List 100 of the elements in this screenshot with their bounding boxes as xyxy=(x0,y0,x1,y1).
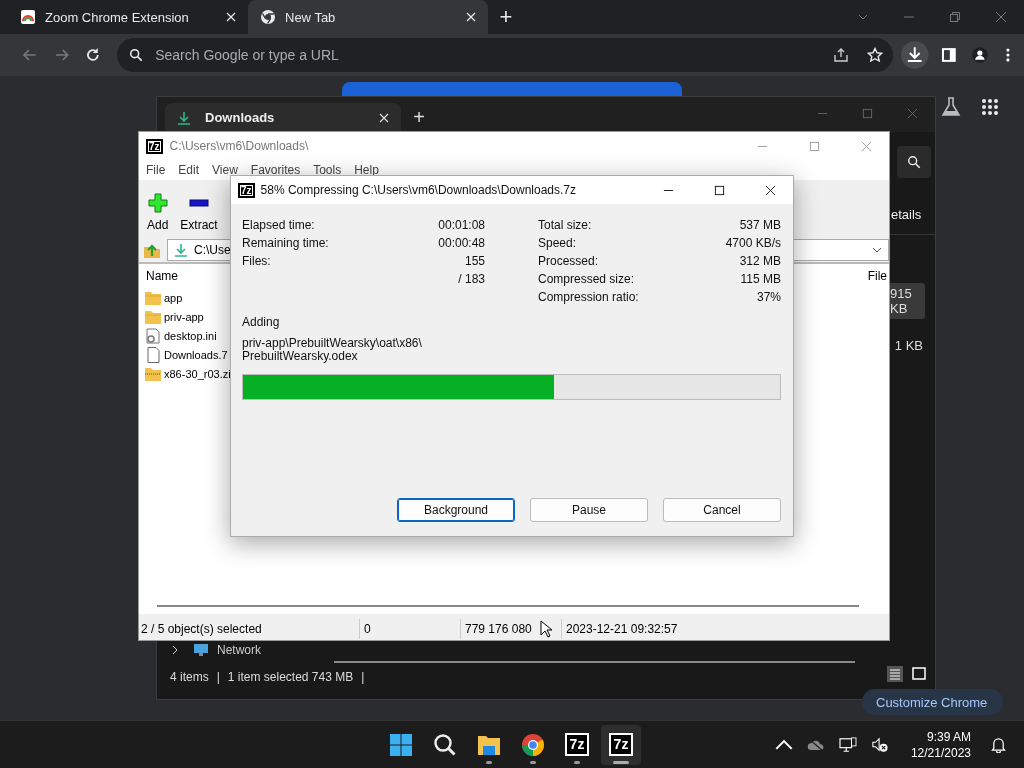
profile-icon[interactable] xyxy=(972,47,989,63)
archiver-logo: 7z xyxy=(146,138,163,154)
notification-bell-icon[interactable] xyxy=(991,736,1006,753)
download-icon xyxy=(177,110,191,125)
zip-folder-icon xyxy=(144,365,162,382)
stat-value: 4700 KB/s xyxy=(725,236,781,250)
dialog-button[interactable]: Pause xyxy=(530,498,648,522)
file-icon xyxy=(144,346,162,363)
file-size: 1 KB xyxy=(893,337,924,355)
menu-item[interactable]: Favorites xyxy=(250,163,301,177)
status-text: 1 item selected 743 MB xyxy=(227,670,354,684)
chrome-icon xyxy=(260,9,276,25)
stat-value: / 183 xyxy=(458,272,485,286)
stat-value: 155 xyxy=(464,254,485,268)
file-size: 915 KB xyxy=(888,283,925,319)
reload-icon[interactable] xyxy=(85,47,102,63)
maximize-icon[interactable] xyxy=(714,184,725,196)
flask-icon[interactable] xyxy=(941,96,961,118)
explorer-tab[interactable]: Downloads xyxy=(165,103,401,132)
stat-label: Files: xyxy=(242,254,271,268)
stat-label: Compression ratio: xyxy=(538,290,639,304)
menu-item[interactable]: View xyxy=(212,163,238,177)
details-view-icon[interactable] xyxy=(887,666,903,682)
search-icon xyxy=(129,48,144,62)
chevron-right-icon[interactable] xyxy=(171,645,179,655)
current-file: priv-app\PrebuiltWearsky\oat\x86\ PrebuiltWearsky.odex xyxy=(242,337,423,363)
rainbow-icon xyxy=(20,9,36,25)
file-name[interactable]: Downloads.7 xyxy=(164,348,228,361)
restore-icon[interactable] xyxy=(949,11,961,23)
browser-tab[interactable]: New Tab xyxy=(248,0,488,34)
stat-value: 37% xyxy=(756,290,781,304)
stat-label: Total size: xyxy=(538,218,592,232)
chrome-icon xyxy=(521,732,545,757)
folder-icon xyxy=(144,289,162,306)
stat-label: Remaining time: xyxy=(242,236,329,250)
share-icon[interactable] xyxy=(833,47,850,63)
star-icon[interactable] xyxy=(867,47,884,63)
start-icon xyxy=(389,732,413,757)
clock-time[interactable]: 9:39 AM xyxy=(926,728,971,745)
plus-icon xyxy=(147,193,168,213)
new-tab-button[interactable]: + xyxy=(401,103,437,132)
status-text: 2023-12-21 09:32:57 xyxy=(565,621,678,638)
back-icon[interactable] xyxy=(22,47,38,63)
address-bar[interactable]: Search Google or type a URL xyxy=(117,38,894,72)
folder-icon xyxy=(144,308,162,325)
stat-label: Speed: xyxy=(538,236,577,250)
stat-value: 00:00:48 xyxy=(438,236,485,250)
details-button[interactable]: etails xyxy=(891,206,922,222)
tiles-view-icon[interactable] xyxy=(911,666,927,682)
menu-item[interactable]: Edit xyxy=(178,163,200,177)
new-tab-button[interactable]: + xyxy=(488,0,524,34)
settings-file-icon xyxy=(144,327,162,344)
menu-item[interactable]: Help xyxy=(354,163,379,177)
status-text: 0 xyxy=(360,619,461,639)
archiver-logo: 7z xyxy=(238,182,255,198)
muted-speaker-icon[interactable] xyxy=(870,736,889,753)
file-name[interactable]: priv-app xyxy=(164,310,204,323)
taskbar-app[interactable]: 7z xyxy=(601,724,641,765)
status-text: 2 / 5 object(s) selected xyxy=(139,619,360,639)
column-header[interactable]: File xyxy=(867,269,887,283)
search-icon xyxy=(433,732,457,757)
status-text: | xyxy=(361,670,365,684)
stat-value: 00:01:08 xyxy=(438,218,485,232)
column-header[interactable]: Name xyxy=(146,269,178,283)
clock-date[interactable]: 12/21/2023 xyxy=(910,744,971,761)
download-icon[interactable] xyxy=(901,41,929,69)
search-icon xyxy=(907,155,921,169)
download-icon xyxy=(174,243,188,257)
customize-chrome-button[interactable]: Customize Chrome xyxy=(862,689,1004,715)
stat-value: 537 MB xyxy=(739,218,781,232)
more-menu-icon[interactable] xyxy=(1006,47,1010,63)
toolbar-button[interactable]: Add xyxy=(145,193,171,232)
file-name[interactable]: app xyxy=(164,291,183,304)
network-icon[interactable] xyxy=(838,736,857,753)
stat-label: Processed: xyxy=(538,254,599,268)
menu-item[interactable]: Tools xyxy=(313,163,342,177)
menu-item[interactable]: File xyxy=(146,163,166,177)
file-name[interactable]: x86-30_r03.zi xyxy=(164,367,231,380)
side-panel-icon[interactable] xyxy=(940,47,957,63)
toolbar-button[interactable]: Extract xyxy=(178,193,220,232)
dialog-title: 58% Compressing C:\Users\vm6\Downloads\Downloads.7z xyxy=(260,183,577,197)
file-name[interactable]: desktop.ini xyxy=(164,329,217,342)
stat-value: 115 MB xyxy=(740,272,781,286)
close-icon[interactable] xyxy=(765,184,776,196)
nav-item[interactable]: Network xyxy=(217,643,261,657)
forward-icon[interactable] xyxy=(53,47,70,63)
scrollbar-thumb[interactable] xyxy=(157,605,859,607)
apps-grid-icon[interactable] xyxy=(981,98,999,116)
action-label: Adding xyxy=(242,315,281,329)
taskbar-app[interactable]: 7z xyxy=(557,724,597,765)
network-icon xyxy=(193,642,209,658)
status-text: | xyxy=(216,670,220,684)
search-button[interactable] xyxy=(897,146,931,178)
window-title: C:\Users\vm6\Downloads\ xyxy=(169,139,309,153)
status-text: 4 items xyxy=(170,670,209,684)
dialog-button[interactable]: Cancel xyxy=(663,498,781,522)
dropdown-icon[interactable] xyxy=(872,247,882,253)
dialog-button[interactable]: Background xyxy=(397,498,515,522)
browser-tab[interactable]: Zoom Chrome Extension xyxy=(8,0,248,34)
stat-label: Elapsed time: xyxy=(242,218,315,232)
